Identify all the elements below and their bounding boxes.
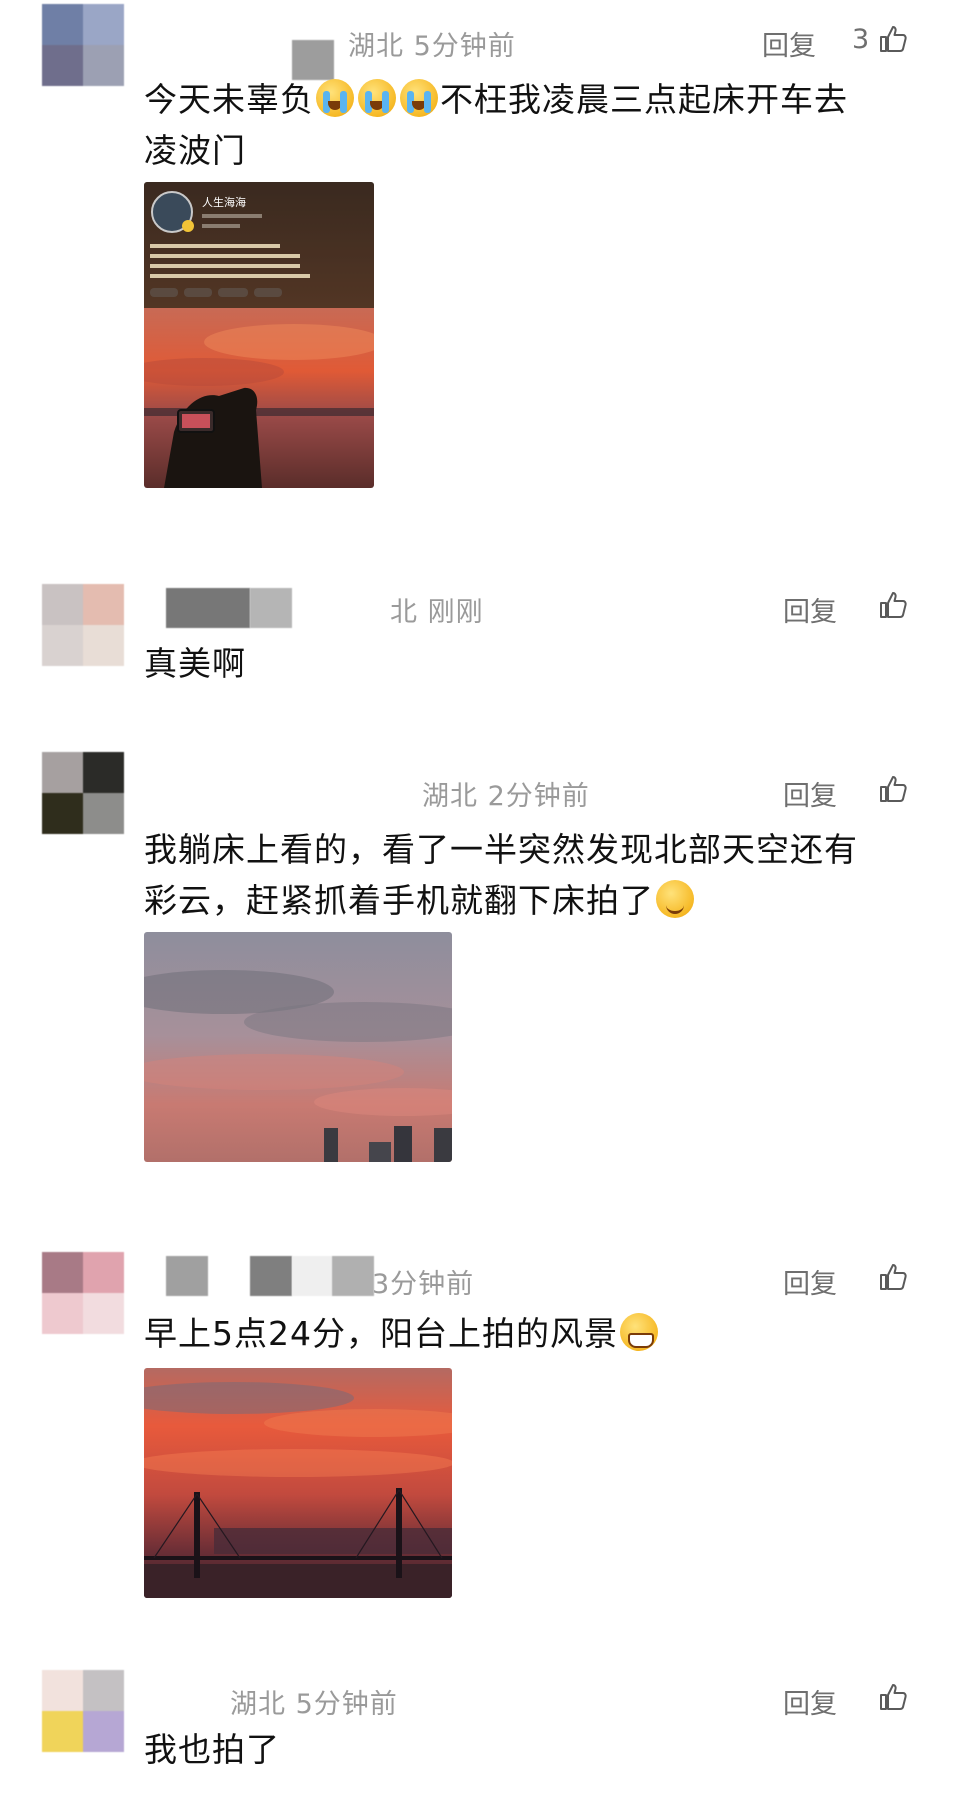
sky-photo-graphic [144, 932, 452, 1162]
comment-text-part: 早上5点24分，阳台上拍的风景 [144, 1314, 618, 1353]
avatar-tile [83, 1252, 124, 1293]
comment-image-profile-screenshot[interactable]: 人生海海 [144, 182, 374, 488]
avatar-tile [83, 1670, 124, 1711]
comment-location-time: 湖北 2分钟前 [422, 781, 590, 812]
avatar-tile [83, 1711, 124, 1752]
reply-button[interactable]: 回复 [783, 1682, 837, 1721]
comment-text: 早上5点24分，阳台上拍的风景 [144, 1308, 914, 1359]
comment-text-part: 今天未辜负 [144, 80, 314, 119]
username-redacted[interactable] [250, 1256, 292, 1296]
avatar[interactable] [42, 752, 124, 834]
avatar-tile [83, 752, 124, 793]
crying-face-icon [400, 79, 438, 117]
avatar-tile [83, 625, 124, 666]
avatar-tile [83, 793, 124, 834]
reply-button[interactable]: 回复 [783, 590, 837, 629]
thumbs-up-icon[interactable] [878, 24, 908, 54]
profile-screenshot-graphic: 人生海海 [144, 182, 374, 488]
avatar-tile [42, 1670, 83, 1711]
thumbs-up-icon[interactable] [878, 1682, 908, 1712]
crying-face-icon [316, 79, 354, 117]
comment-location-time: 湖北 5分钟前 [230, 1689, 398, 1720]
smiling-face-icon [656, 880, 694, 918]
avatar-tile [83, 1293, 124, 1334]
thumbs-up-icon[interactable] [878, 590, 908, 620]
like-count: 3 [852, 24, 870, 55]
avatar-tile [83, 45, 124, 86]
avatar-tile [42, 45, 83, 86]
comment-location-time: 3分钟前 [372, 1269, 475, 1300]
avatar-tile [42, 4, 83, 45]
thumbs-up-icon[interactable] [878, 774, 908, 804]
reply-button[interactable]: 回复 [762, 24, 816, 63]
comment-text: 我也拍了 [144, 1730, 280, 1769]
username-redacted[interactable] [332, 1256, 374, 1296]
avatar-tile [42, 1252, 83, 1293]
username-redacted[interactable] [250, 588, 292, 628]
comment-text: 我躺床上看的，看了一半突然发现北部天空还有 彩云，赶紧抓着手机就翻下床拍了 [144, 824, 914, 926]
comment-location-time: 北 刚刚 [390, 597, 484, 628]
username-redacted[interactable] [166, 588, 250, 628]
avatar-tile [42, 584, 83, 625]
comment-text-part: 不枉我凌晨三点起床开车去 [440, 80, 848, 119]
comment-location-time: 湖北 5分钟前 [348, 31, 516, 62]
crying-face-icon [358, 79, 396, 117]
username-redacted[interactable] [166, 1256, 208, 1296]
avatar-tile [42, 793, 83, 834]
comment-text-part: 我躺床上看的，看了一半突然发现北部天空还有 [144, 830, 858, 869]
avatar-tile [42, 625, 83, 666]
avatar-tile [42, 1293, 83, 1334]
thumbs-up-icon[interactable] [878, 1262, 908, 1292]
avatar[interactable] [42, 4, 124, 86]
avatar[interactable] [42, 584, 124, 666]
avatar[interactable] [42, 1252, 124, 1334]
avatar-tile [83, 584, 124, 625]
profile-name: 人生海海 [202, 195, 246, 209]
bridge-photo-graphic [144, 1368, 452, 1598]
reply-button[interactable]: 回复 [783, 774, 837, 813]
comment-image-sky[interactable] [144, 932, 452, 1162]
avatar-tile [42, 752, 83, 793]
reply-button[interactable]: 回复 [783, 1262, 837, 1301]
username-redacted[interactable] [292, 1256, 332, 1296]
avatar-tile [83, 4, 124, 45]
avatar[interactable] [42, 1670, 124, 1752]
grinning-face-icon [620, 1313, 658, 1351]
comment-text-part: 彩云，赶紧抓着手机就翻下床拍了 [144, 881, 654, 920]
avatar-tile [42, 1711, 83, 1752]
comment-image-bridge[interactable] [144, 1368, 452, 1598]
comment-text: 今天未辜负 不枉我凌晨三点起床开车去 凌波门 [144, 74, 914, 176]
comment-text: 真美啊 [144, 644, 246, 683]
comment-text-part: 凌波门 [144, 131, 246, 170]
